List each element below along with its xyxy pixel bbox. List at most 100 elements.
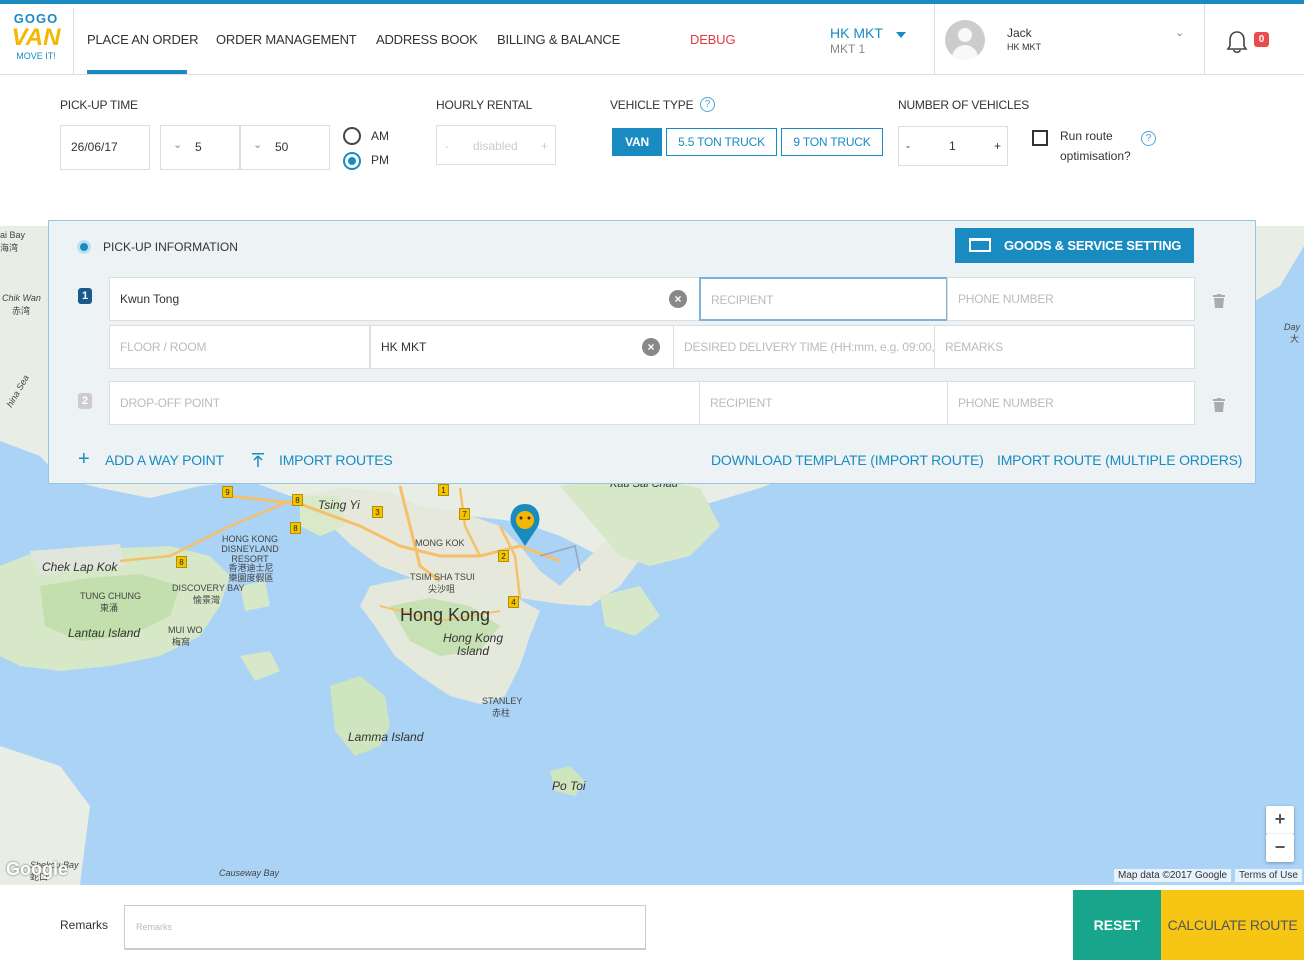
pickup-hour-select[interactable]: ⌄ 5 — [160, 125, 240, 170]
pickup-info-radio — [77, 240, 91, 254]
chevron-down-icon: ⌄ — [1175, 27, 1185, 39]
map-label-mui-wo-zh: 梅窩 — [172, 637, 191, 647]
vehicle-van-button[interactable]: VAN — [612, 128, 662, 156]
hourly-minus: - — [445, 139, 449, 153]
am-label: AM — [371, 129, 389, 143]
vehicles-stepper[interactable]: - 1 + — [898, 126, 1008, 166]
clear-icon[interactable]: × — [669, 290, 687, 308]
nav-active-indicator — [87, 70, 187, 74]
dropoff-phone-input[interactable]: PHONE NUMBER — [947, 381, 1195, 425]
user-name: Jack — [1007, 26, 1032, 40]
pickup-time-label: PICK-UP TIME — [60, 98, 138, 112]
stop-number-2: 2 — [78, 393, 92, 409]
vehicles-count: 1 — [949, 139, 956, 153]
top-navbar: GOGO VAN MOVE IT! PLACE AN ORDER ORDER M… — [0, 0, 1304, 75]
am-radio[interactable] — [343, 127, 361, 145]
header-divider — [934, 4, 935, 74]
map-terms-link[interactable]: Terms of Use — [1235, 869, 1302, 882]
floor-room-input[interactable]: FLOOR / ROOM — [109, 325, 370, 369]
download-template-link[interactable]: DOWNLOAD TEMPLATE (IMPORT ROUTE) — [711, 452, 984, 468]
notification-count-badge: 0 — [1254, 32, 1269, 47]
map-label-stanley: STANLEY — [482, 696, 523, 706]
hourly-value: disabled — [473, 139, 518, 153]
route-optimisation-checkbox[interactable] — [1032, 130, 1048, 146]
road-number-marker: 7 — [459, 508, 470, 520]
road-number-marker: 8 — [292, 494, 303, 506]
truck-box-icon — [969, 238, 991, 252]
pickup-phone-input[interactable]: PHONE NUMBER — [947, 277, 1195, 321]
vehicles-minus-button[interactable]: - — [906, 139, 910, 153]
pm-radio[interactable] — [343, 152, 361, 170]
pickup-date-value: 26/06/17 — [71, 140, 118, 154]
vehicles-plus-button[interactable]: + — [994, 139, 1001, 153]
nav-billing-balance[interactable]: BILLING & BALANCE — [497, 32, 620, 47]
nav-place-an-order[interactable]: PLACE AN ORDER — [87, 32, 199, 47]
map-label-lantau-island: Lantau Island — [68, 626, 141, 640]
google-logo: Google — [6, 859, 68, 879]
market-name: HK MKT — [830, 25, 883, 41]
clear-icon[interactable]: × — [642, 338, 660, 356]
avatar — [945, 20, 985, 60]
caret-down-icon — [896, 32, 906, 38]
add-way-point-link[interactable]: ADD A WAY POINT — [105, 452, 224, 468]
map-label-day: Day — [1284, 322, 1301, 332]
map-label-po-toi: Po Toi — [552, 779, 586, 793]
import-multiple-orders-link[interactable]: IMPORT ROUTE (MULTIPLE ORDERS) — [997, 452, 1242, 468]
nav-address-book[interactable]: ADDRESS BOOK — [376, 32, 478, 47]
zoom-in-button[interactable]: + — [1266, 806, 1294, 834]
road-number-marker: 2 — [498, 550, 509, 562]
road-number-marker: 9 — [222, 486, 233, 498]
pickup-recipient-input[interactable]: RECIPIENT — [699, 277, 948, 321]
map-attribution: Map data ©2017 Google — [1114, 869, 1232, 882]
import-routes-link[interactable]: IMPORT ROUTES — [279, 452, 393, 468]
map-label-ai-bay: ai Bay — [0, 230, 26, 240]
delivery-time-input[interactable]: DESIRED DELIVERY TIME (HH:mm, e.g. 09:00… — [673, 325, 935, 369]
map-label-hong-kong: Hong Kong — [400, 605, 491, 625]
pickup-date-input[interactable]: 26/06/17 — [60, 125, 150, 170]
pickup-remarks-input[interactable]: REMARKS — [934, 325, 1195, 369]
help-icon[interactable]: ? — [1141, 131, 1156, 146]
road-number-marker: 8 — [290, 522, 301, 534]
map-label-causeway-bay: Causeway Bay — [219, 868, 280, 878]
bell-icon[interactable] — [1226, 30, 1248, 54]
reset-button[interactable]: RESET — [1073, 890, 1161, 960]
header-divider — [1204, 4, 1205, 74]
zoom-out-button[interactable]: − — [1266, 834, 1294, 862]
user-market: HK MKT — [1007, 42, 1042, 52]
vehicle-9-ton-button[interactable]: 9 TON TRUCK — [781, 128, 883, 156]
route-optimisation-label-1: Run route — [1060, 129, 1113, 143]
road-number-marker: 1 — [438, 484, 449, 496]
trash-icon[interactable] — [1213, 294, 1225, 308]
map-label-mong-kok: MONG KOK — [415, 538, 465, 548]
remarks-label: Remarks — [60, 918, 109, 932]
road-number-marker: 8 — [176, 556, 187, 568]
goods-service-setting-button[interactable]: GOODS & SERVICE SETTING — [955, 228, 1194, 263]
map-label-chik-wan-zh: 赤湾 — [12, 306, 31, 316]
remarks-input-placeholder: Remarks — [136, 922, 173, 932]
pickup-minute-select[interactable]: ⌄ 50 — [240, 125, 330, 170]
pickup-hour-value: 5 — [195, 140, 202, 154]
floor-room-placeholder: FLOOR / ROOM — [120, 340, 207, 354]
nav-debug[interactable]: DEBUG — [690, 32, 735, 47]
map-label-hk-disneyland: HONG KONG DISNEYLAND RESORT — [221, 534, 279, 564]
number-of-vehicles-label: NUMBER OF VEHICLES — [898, 98, 1030, 112]
road-number-marker: 3 — [372, 506, 383, 518]
goods-service-label: GOODS & SERVICE SETTING — [1004, 238, 1182, 253]
trash-icon[interactable] — [1213, 398, 1225, 412]
help-icon[interactable]: ? — [700, 97, 715, 112]
pickup-address-value: Kwun Tong — [120, 292, 180, 306]
vehicle-5-5-ton-button[interactable]: 5.5 TON TRUCK — [666, 128, 777, 156]
remarks-input[interactable]: Remarks — [124, 905, 646, 950]
remarks-placeholder: REMARKS — [945, 340, 1003, 354]
recipient-placeholder: RECIPIENT — [710, 396, 773, 410]
dropoff-address-input[interactable]: DROP-OFF POINT — [109, 381, 700, 425]
dropoff-recipient-input[interactable]: RECIPIENT — [699, 381, 948, 425]
pm-label: PM — [371, 153, 389, 167]
region-input[interactable]: HK MKT × — [370, 325, 674, 369]
map-label-chik-wan: Chik Wan — [2, 293, 41, 303]
nav-order-management[interactable]: ORDER MANAGEMENT — [216, 32, 357, 47]
pickup-address-input[interactable]: Kwun Tong × — [109, 277, 700, 321]
gogovan-logo[interactable]: GOGO VAN MOVE IT! — [8, 12, 64, 70]
calculate-route-button[interactable]: CALCULATE ROUTE — [1161, 890, 1304, 960]
logo-divider — [73, 8, 74, 74]
